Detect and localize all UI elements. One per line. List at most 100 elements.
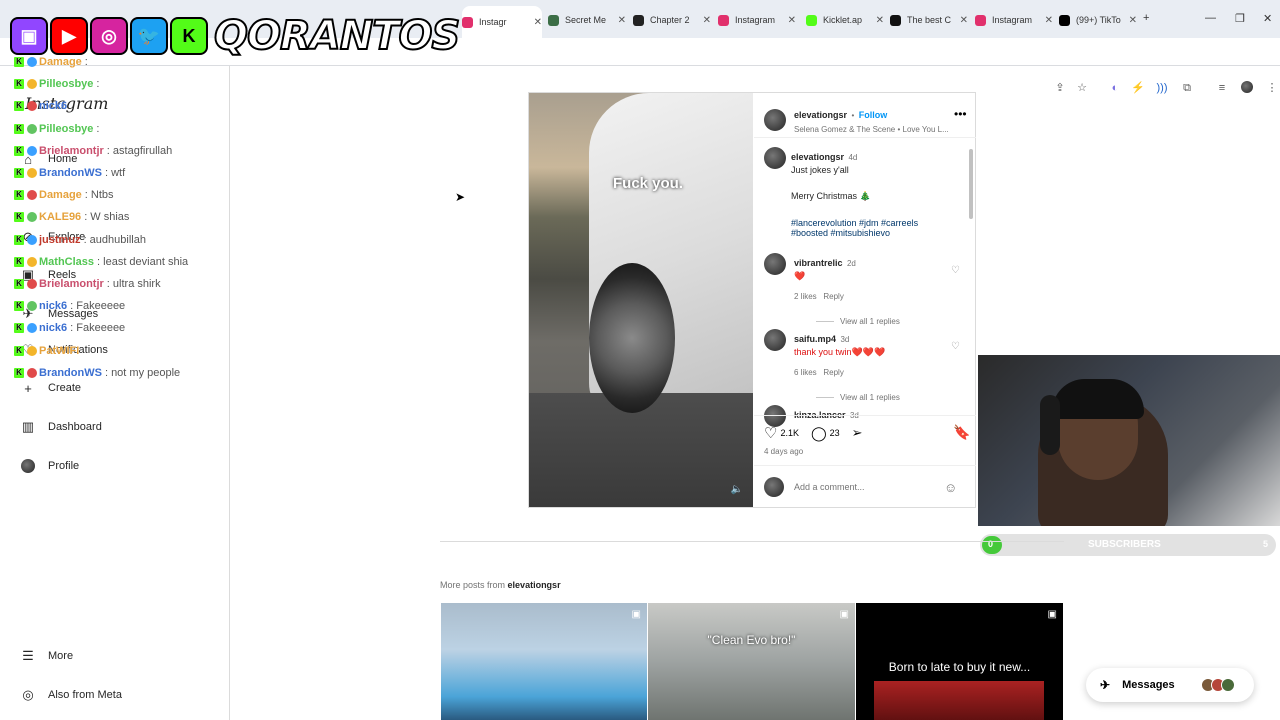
close-window-icon[interactable]: ✕ [1263,12,1272,25]
extension-icon[interactable]: ⚡ [1131,81,1145,95]
chat-text: : wtf [104,167,126,179]
browser-tab[interactable]: (99+) TikTo ✕ [1059,8,1137,32]
chat-message: Knick6: Fakeeeee [14,322,125,334]
close-tab-icon[interactable]: ✕ [960,15,968,26]
dashboard-icon: ▥ [21,419,35,434]
menu-dots-icon[interactable]: ⋮ [1265,81,1279,95]
chat-username: nick6 [39,300,68,313]
tab-label: Kicklet.ap [823,15,863,25]
chat-text: : Ntbs [84,189,114,202]
reel-icon: ▣ [1047,609,1057,620]
extensions-puzzle-icon[interactable]: ⧉ [1180,81,1194,95]
author-name[interactable]: elevationgsr [794,110,847,120]
comment-icon[interactable]: ◯ [811,425,827,442]
emoji-icon[interactable]: ☺ [944,480,957,495]
speaker-icon[interactable]: 🔈 [731,484,743,495]
chat-badge-icon [27,279,37,289]
save-bookmark-icon[interactable]: 🔖 [953,424,970,441]
browser-tab[interactable]: Secret Me ✕ [548,8,626,32]
profile-avatar[interactable] [1240,81,1254,95]
caption-user[interactable]: elevationgsr [791,152,844,162]
hashtags-line2[interactable]: #boosted #mitsubishievo [791,228,971,238]
bookmark-star-icon[interactable]: ☆ [1075,81,1089,95]
comment-composer: ☺ [764,477,957,497]
like-count[interactable]: 2.1K [780,428,799,438]
close-tab-icon[interactable]: ✕ [703,15,711,26]
restore-icon[interactable]: ❐ [1235,12,1245,25]
chat-text: : [96,122,100,135]
chat-text: : least deviant shia [97,255,189,268]
close-tab-icon[interactable]: ✕ [1045,15,1053,26]
more-post-thumb[interactable]: "Clean Evo bro!" ▣ [648,603,855,720]
author-avatar[interactable] [764,108,786,131]
comment-avatar[interactable] [764,329,786,351]
browser-tab[interactable]: Instagr ✕ [462,6,542,38]
chat-message: K Damage: [14,56,88,68]
screen: Instagr ✕ Secret Me ✕ Chapter 2 ✕ Instagram ✕ Ki… [0,0,1280,720]
comment-avatar[interactable] [764,253,786,275]
more-post-thumb[interactable]: Born to late to buy it new... ▣ [856,603,1063,720]
reel-icon: ▣ [631,609,641,620]
new-tab-button[interactable]: + [1143,12,1149,24]
messages-button[interactable]: ✈ Messages [1086,668,1254,702]
post-sidebar: elevationgsr • Follow Selena Gomez & The… [754,93,976,507]
chat-message: K MathClass: least deviant shia [14,256,188,268]
kick-badge-icon: K [14,367,24,378]
webcam-feed [978,355,1280,526]
more-posts-heading: More posts from elevationgsr [440,580,561,590]
comment-likes[interactable]: 6 likes [794,368,817,377]
close-tab-icon[interactable]: ✕ [788,15,796,26]
post-date: 4 days ago [764,447,804,456]
like-icon[interactable]: ♡ [764,424,777,442]
kick-badge-icon: K [14,79,24,90]
close-tab-icon[interactable]: ✕ [534,17,542,28]
more-options-icon[interactable]: ••• [954,107,967,121]
caption-avatar[interactable] [764,147,786,169]
sidebar-item-profile[interactable]: Profile [20,458,79,474]
comments-scrollbar[interactable] [969,141,973,411]
view-replies-button[interactable]: View all 1 replies [816,393,944,402]
extension-icon[interactable]: ◐ [1108,81,1122,95]
browser-tab[interactable]: The best C ✕ [890,8,968,32]
extension-icon[interactable]: ))) [1155,81,1169,95]
youtube-icon: ▶ [50,17,88,55]
browser-tab[interactable]: Instagram ✕ [718,8,796,32]
comment-like-icon[interactable]: ♡ [951,265,960,276]
sidebar-item-dashboard[interactable]: ▥ Dashboard [20,419,102,435]
tab-label: Instagram [992,15,1033,25]
close-tab-icon[interactable]: ✕ [1129,15,1137,26]
cast-icon[interactable]: ⇪ [1053,81,1067,95]
follow-button[interactable]: Follow [859,110,888,120]
tab-favicon [462,16,473,28]
reply-button[interactable]: Reply [823,292,843,301]
sidebar-item-more[interactable]: ☰ More [20,648,73,664]
sidebar-item-meta[interactable]: ◎ Also from Meta [20,687,122,703]
browser-tab[interactable]: Instagram ✕ [975,8,1053,32]
chat-badge-icon [27,234,37,245]
reply-button[interactable]: Reply [823,368,843,377]
share-icon[interactable]: ➢ [852,425,863,441]
browser-tab[interactable]: Chapter 2 ✕ [633,8,711,32]
post-video[interactable]: Fuck you. 🔈 [529,93,753,507]
close-tab-icon[interactable]: ✕ [876,15,884,26]
streamer-hair [1052,379,1144,419]
more-posts-user[interactable]: elevationgsr [508,580,561,590]
comment-like-icon[interactable]: ♡ [951,341,960,352]
comment-user[interactable]: vibrantrelic [794,258,843,268]
add-comment-input[interactable] [794,482,944,492]
browser-tab[interactable]: Kicklet.ap ✕ [806,8,884,32]
minimize-icon[interactable]: — [1205,12,1216,24]
headphones [1040,395,1060,455]
thumb-caption: "Clean Evo bro!" [707,633,796,647]
tab-search-icon[interactable]: ≡ [1215,81,1229,95]
hashtags-line1[interactable]: #lancerevolution #jdm #carreels [791,218,971,228]
caption-line2: Merry Christmas [791,191,858,201]
sidebar-item-create[interactable]: + Create [20,380,81,396]
view-replies-button[interactable]: View all 1 replies [816,317,944,326]
chat-text: : W shias [84,211,130,224]
more-post-thumb[interactable]: ▣ [441,603,647,720]
comment-user[interactable]: saifu.mp4 [794,334,836,344]
comment-likes[interactable]: 2 likes [794,292,817,301]
close-tab-icon[interactable]: ✕ [618,15,626,26]
audio-label[interactable]: Selena Gomez & The Scene • Love You L... [794,125,974,134]
